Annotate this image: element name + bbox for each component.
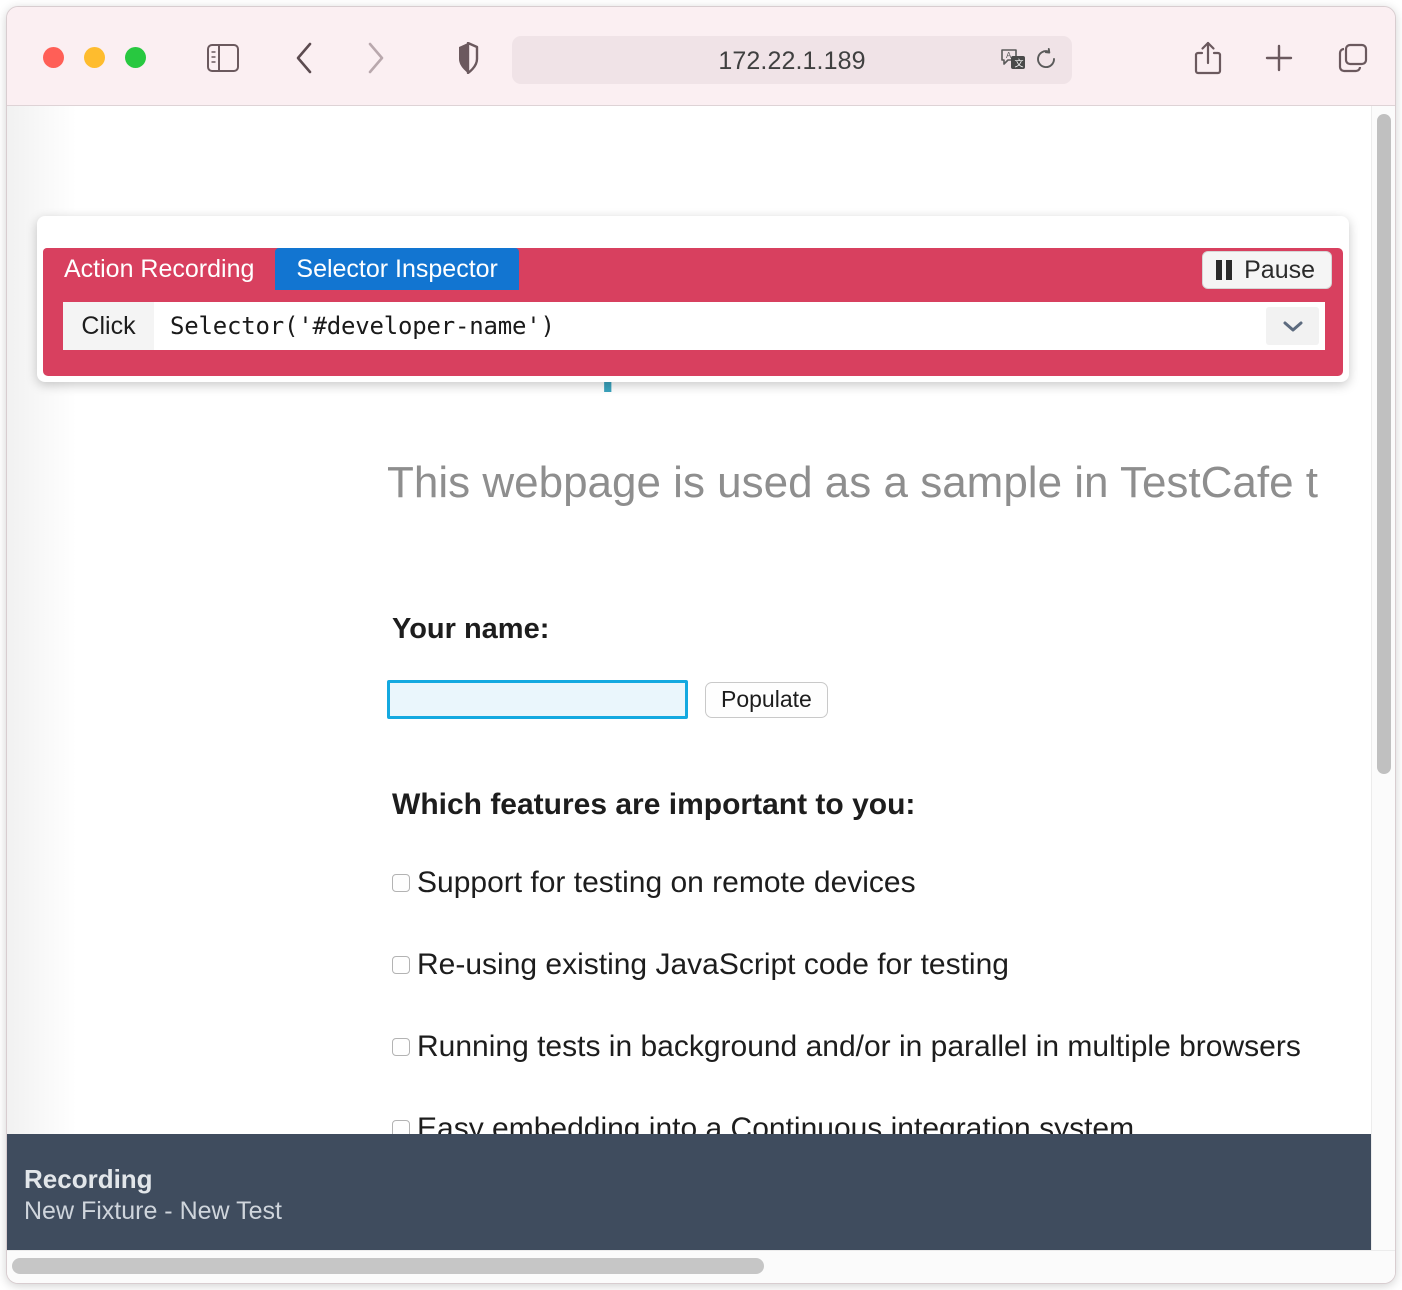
testcafe-recorder-panel: Action Recording Selector Inspector Paus… [37, 216, 1349, 382]
action-kind-label: Click [63, 302, 154, 350]
your-name-label: Your name: [392, 613, 550, 645]
reload-icon[interactable] [1036, 48, 1058, 77]
feature-label: Support for testing on remote devices [417, 866, 916, 899]
horizontal-scrollbar-thumb[interactable] [12, 1258, 764, 1274]
status-title: Recording [24, 1164, 153, 1194]
tab-action-recording[interactable]: Action Recording [43, 248, 276, 290]
back-chevron-icon[interactable] [285, 40, 325, 76]
minimize-button[interactable] [84, 47, 105, 68]
page-subtitle: This webpage is used as a sample in Test… [387, 458, 1319, 507]
horizontal-scrollbar[interactable] [7, 1250, 1395, 1283]
feature-checkbox-row[interactable]: Running tests in background and/or in pa… [392, 1030, 1301, 1064]
name-form-row: Populate [387, 680, 828, 719]
tab-overview-icon[interactable] [1333, 40, 1373, 76]
pause-label: Pause [1244, 255, 1315, 284]
feature-label: Re-using existing JavaScript code for te… [417, 948, 1009, 981]
address-bar-actions: A 文 [1001, 48, 1058, 77]
vertical-scrollbar-thumb[interactable] [1377, 114, 1391, 774]
feature-label: Running tests in background and/or in pa… [417, 1030, 1301, 1063]
privacy-shield-icon[interactable] [448, 40, 488, 76]
translate-icon[interactable]: A 文 [1001, 48, 1027, 77]
vertical-scrollbar[interactable] [1371, 106, 1395, 1251]
share-icon[interactable] [1188, 40, 1228, 76]
developer-name-input[interactable] [387, 680, 688, 719]
forward-chevron-icon[interactable] [355, 40, 395, 76]
svg-text:文: 文 [1015, 58, 1024, 69]
chevron-down-icon[interactable] [1266, 307, 1319, 345]
action-selector-text[interactable]: Selector('#developer-name') [154, 302, 1266, 350]
tab-selector-inspector[interactable]: Selector Inspector [275, 248, 519, 290]
pause-icon [1216, 260, 1233, 280]
sidebar-icon[interactable] [203, 40, 243, 76]
populate-button[interactable]: Populate [705, 681, 828, 718]
feature-checkbox-row[interactable]: Support for testing on remote devices [392, 866, 916, 900]
browser-toolbar: 172.22.1.189 A 文 [7, 7, 1395, 106]
pause-button[interactable]: Pause [1202, 251, 1332, 289]
recorder-tabs: Action Recording Selector Inspector [43, 248, 519, 290]
checkbox-reusing-js[interactable] [392, 956, 410, 974]
checkbox-remote-devices[interactable] [392, 874, 410, 892]
status-subtitle: New Fixture - New Test [24, 1197, 282, 1225]
zoom-button[interactable] [125, 47, 146, 68]
close-button[interactable] [43, 47, 64, 68]
browser-window: 172.22.1.189 A 文 This webpage is used as… [6, 6, 1396, 1284]
plus-icon[interactable] [1259, 40, 1299, 76]
feature-checkbox-row[interactable]: Re-using existing JavaScript code for te… [392, 948, 1009, 982]
recorded-action-row[interactable]: Click Selector('#developer-name') [63, 302, 1325, 350]
recording-status-bar: Recording New Fixture - New Test [7, 1134, 1395, 1252]
page-viewport: Example This webpage is used as a sample… [7, 106, 1395, 1283]
address-bar[interactable]: 172.22.1.189 A 文 [512, 36, 1072, 84]
url-text: 172.22.1.189 [718, 47, 866, 75]
features-label: Which features are important to you: [392, 788, 916, 821]
checkbox-background-parallel[interactable] [392, 1038, 410, 1056]
window-controls [43, 47, 146, 68]
